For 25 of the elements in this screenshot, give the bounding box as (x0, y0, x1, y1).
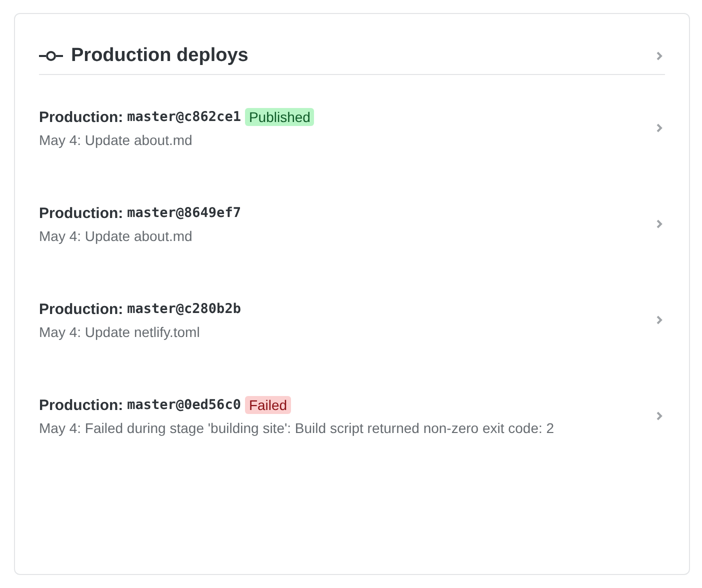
commit-icon (39, 50, 63, 62)
card-title: Production deploys (71, 45, 250, 67)
deploy-description: May 4: Update netlify.toml (39, 324, 201, 340)
commit-ref: master@c280b2b (127, 301, 241, 317)
deploy-item[interactable]: Production: master@c862ce1 Published May 4: Update about.md (39, 75, 665, 171)
commit-ref: master@0ed56c0 (127, 397, 241, 413)
status-badge: Published (244, 108, 314, 126)
deploy-label: Production: (39, 396, 124, 414)
deploy-description: May 4: Failed during stage 'building site': Build script returned non-zero exit code: 2 (39, 420, 556, 436)
deploy-item[interactable]: Production: master@0ed56c0 Failed May 4: Failed during stage 'building site': Build script returned non-zero exit code: 2 (39, 363, 665, 459)
commit-ref: master@8649ef7 (127, 205, 241, 221)
chevron-right-icon[interactable] (656, 51, 663, 61)
deploy-description: May 4: Update about.md (39, 132, 194, 148)
commit-ref: master@c862ce1 (127, 109, 241, 125)
status-badge: Failed (244, 396, 292, 414)
deploy-item[interactable]: Production: master@8649ef7 May 4: Update about.md (39, 171, 665, 267)
deploy-label: Production: (39, 108, 124, 126)
deploy-description: May 4: Update about.md (39, 228, 194, 244)
chevron-right-icon (656, 123, 663, 133)
deploy-label: Production: (39, 204, 124, 222)
chevron-right-icon (656, 315, 663, 325)
deploy-label: Production: (39, 300, 124, 318)
chevron-right-icon (656, 219, 663, 229)
deploy-item[interactable]: Production: master@c280b2b May 4: Update netlify.toml (39, 267, 665, 363)
chevron-right-icon (656, 411, 663, 421)
